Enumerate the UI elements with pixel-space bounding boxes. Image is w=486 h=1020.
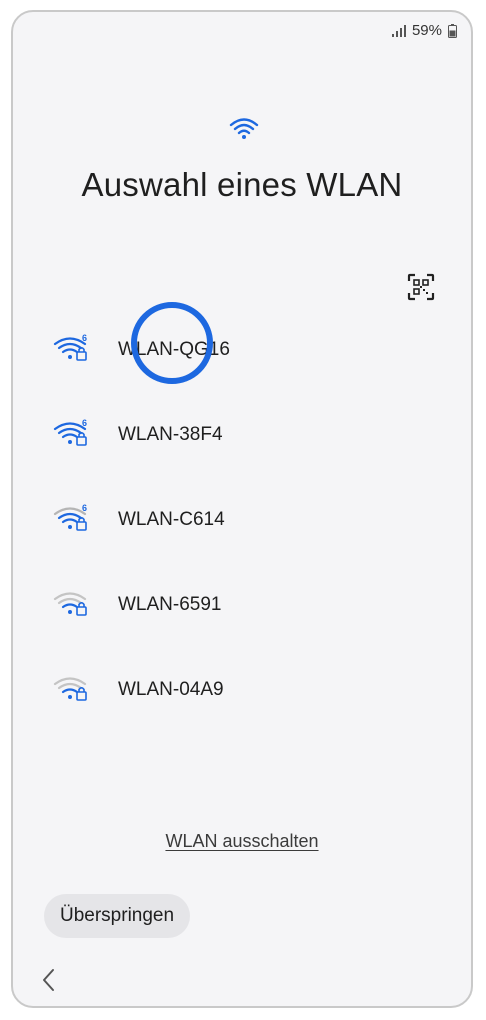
chevron-left-icon	[43, 969, 54, 991]
network-ssid: WLAN-6591	[118, 593, 222, 615]
signal-icon	[391, 24, 406, 37]
phone-screen: 59% Auswahl eines WLAN 6 WLAN-QG16 6 WLA…	[11, 10, 473, 1008]
network-item[interactable]: WLAN-6591	[13, 562, 471, 647]
wifi-off-link[interactable]: WLAN ausschalten	[13, 831, 471, 852]
network-item[interactable]: WLAN-04A9	[13, 647, 471, 732]
network-list: 6 WLAN-QG16 6 WLAN-38F4 6 WLAN-C614 WLAN…	[13, 307, 471, 732]
wifi-secured-icon	[53, 674, 93, 709]
wifi-6-secured-icon: 6	[53, 503, 93, 539]
network-ssid: WLAN-38F4	[118, 423, 223, 445]
status-bar: 59%	[391, 22, 457, 39]
wifi-icon	[229, 116, 259, 145]
battery-percent: 59%	[411, 22, 442, 39]
network-item[interactable]: 6 WLAN-38F4	[13, 392, 471, 477]
wifi-secured-icon	[53, 589, 93, 624]
network-ssid: WLAN-C614	[118, 508, 225, 530]
wifi-6-secured-icon: 6	[53, 333, 93, 369]
svg-text:6: 6	[82, 334, 87, 343]
wifi-6-secured-icon: 6	[53, 418, 93, 454]
svg-text:6: 6	[82, 504, 87, 513]
network-item[interactable]: 6 WLAN-QG16	[13, 307, 471, 392]
svg-text:6: 6	[82, 419, 87, 428]
page-title: Auswahl eines WLAN	[81, 166, 403, 203]
battery-icon	[448, 23, 457, 38]
qr-code-scan-icon	[407, 273, 435, 301]
network-item[interactable]: 6 WLAN-C614	[13, 477, 471, 562]
skip-button[interactable]: Überspringen	[44, 894, 191, 938]
network-ssid: WLAN-04A9	[118, 678, 224, 700]
network-ssid: WLAN-QG16	[118, 338, 230, 360]
qr-code-scan-button[interactable]	[406, 272, 436, 302]
back-button[interactable]	[41, 967, 57, 998]
